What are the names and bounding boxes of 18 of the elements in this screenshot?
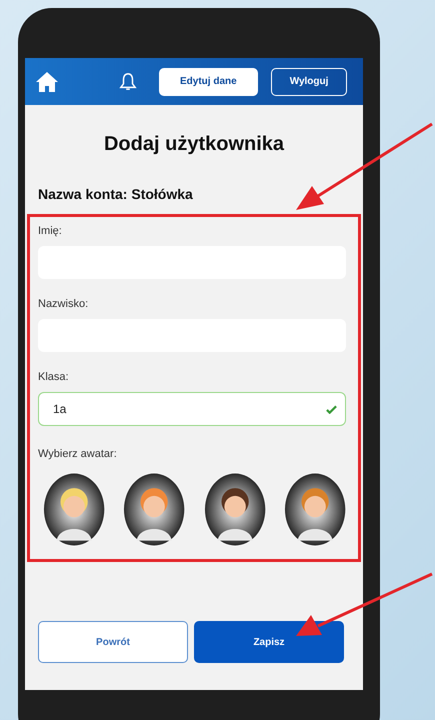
avatar-label: Wybierz awatar: <box>38 448 118 460</box>
back-button[interactable]: Powrót <box>38 621 188 663</box>
input-field[interactable]: 1a <box>38 392 346 426</box>
account-name: Nazwa konta: Stołówka <box>38 186 194 202</box>
header-button[interactable]: Wyloguj <box>270 68 348 96</box>
field-label: Imię: <box>38 225 63 237</box>
home-icon[interactable] <box>35 70 59 92</box>
field-label: Klasa: <box>38 371 70 383</box>
page-title: Dodaj użytkownika <box>102 133 286 156</box>
check-icon <box>326 404 337 414</box>
avatar-option[interactable] <box>43 472 106 547</box>
header-button[interactable]: Edytuj dane <box>159 68 258 96</box>
bell-icon[interactable] <box>119 72 137 92</box>
avatar-option[interactable] <box>204 472 266 547</box>
avatar-option[interactable] <box>284 472 346 547</box>
save-button[interactable]: Zapisz <box>194 621 344 663</box>
avatar-option[interactable] <box>123 472 186 547</box>
field-label: Nazwisko: <box>38 298 90 310</box>
